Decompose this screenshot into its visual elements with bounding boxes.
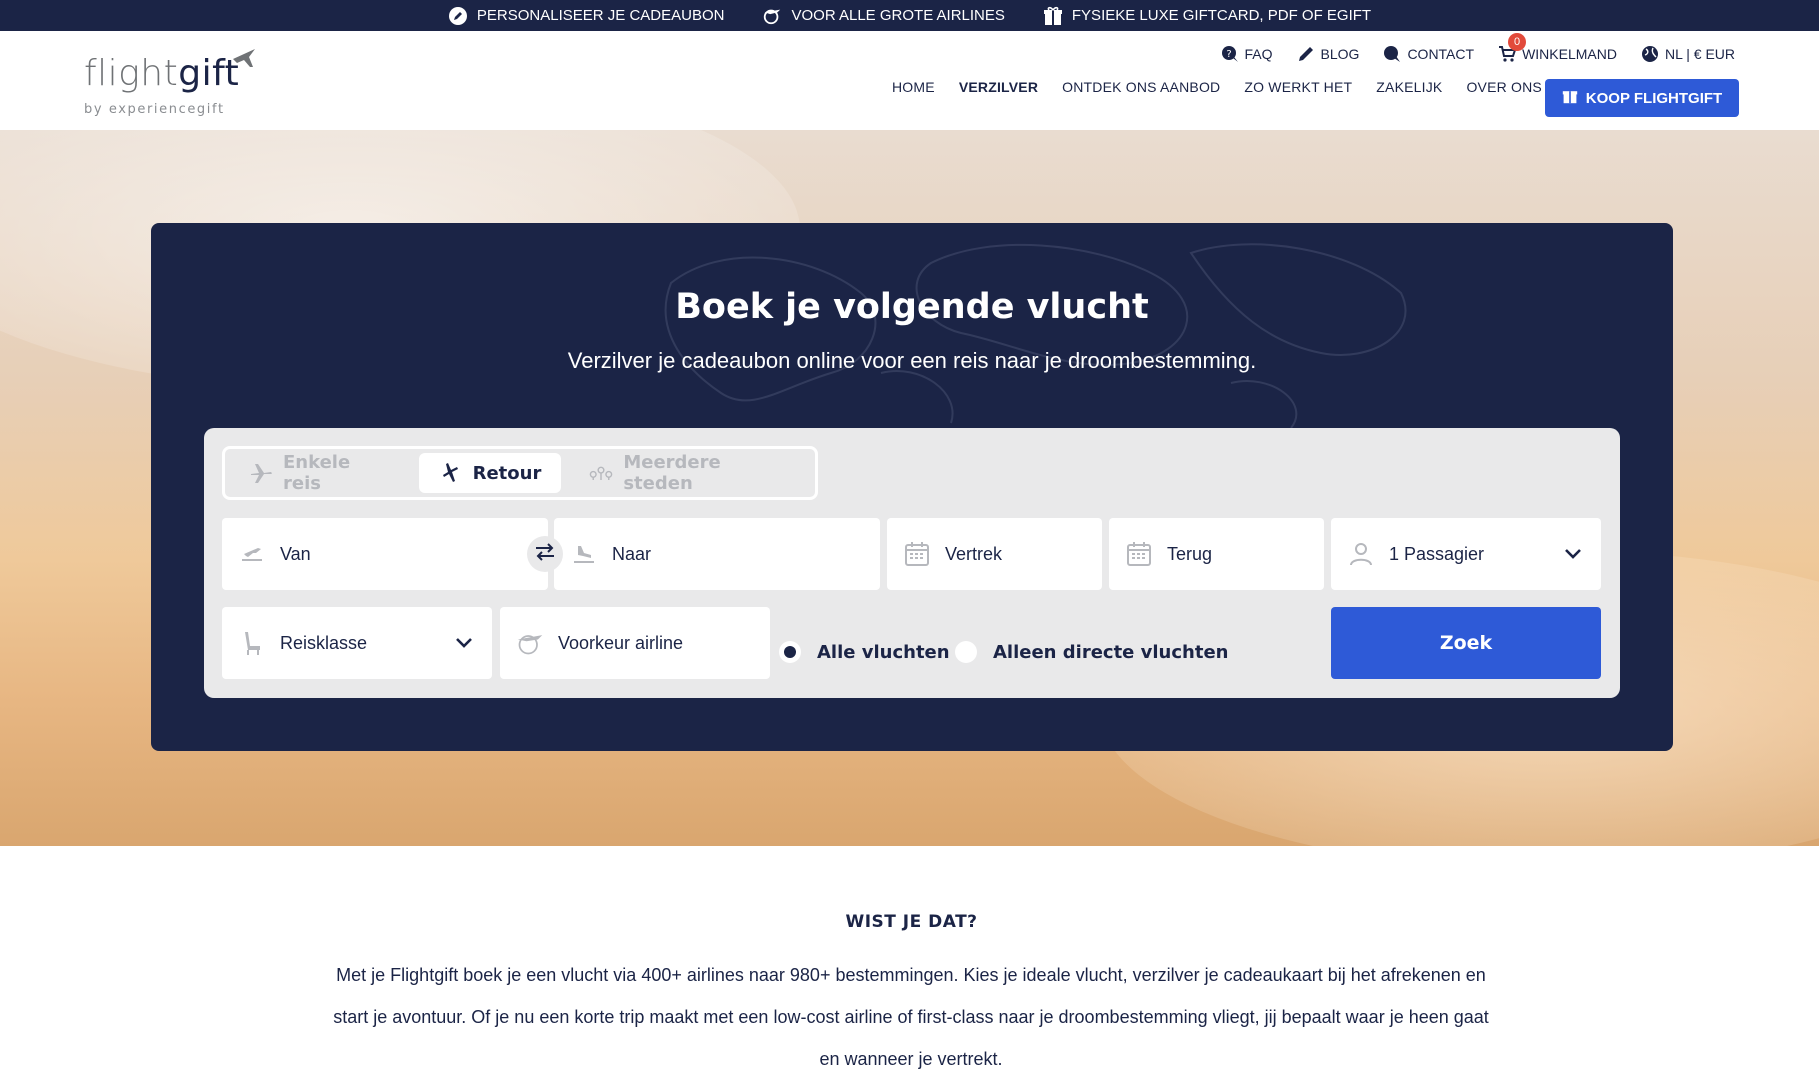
buy-button-label: KOOP FLIGHTGIFT [1585,89,1723,107]
radio-direct-only[interactable]: Alleen directe vluchten [955,641,1229,663]
return-flight-icon [439,461,463,485]
cart-label: WINKELMAND [1522,46,1617,62]
to-field[interactable]: Naar [554,518,880,590]
globe-icon [1641,45,1659,63]
tab-one-way[interactable]: Enkele reis [229,452,411,494]
depart-date-field[interactable]: Vertrek [887,518,1102,590]
contact-link[interactable]: CONTACT [1383,45,1474,63]
logo-wordmark: flightgift [84,53,239,94]
person-icon [1347,540,1375,568]
return-placeholder: Terug [1167,543,1213,564]
cart-link[interactable]: 0 WINKELMAND [1498,33,1617,63]
trip-type-tabs: Enkele reis Retour Meerdere steden [222,446,818,500]
tab-return[interactable]: Retour [418,453,562,493]
radio-all-flights[interactable]: Alle vluchten [779,641,950,663]
tab-return-label: Retour [472,462,542,484]
radio-all-label: Alle vluchten [817,641,950,663]
plane-icon [249,461,273,485]
nav-business[interactable]: ZAKELIJK [1376,79,1442,95]
blog-link[interactable]: BLOG [1297,45,1360,63]
chat-icon [1383,45,1401,63]
logo-word-light: flight [84,53,179,94]
to-placeholder: Naar [612,543,652,564]
calendar-icon [1125,540,1153,568]
pen-icon [448,6,468,26]
radio-direct-label: Alleen directe vluchten [993,641,1229,663]
takeoff-icon [238,540,266,568]
chevron-down-icon [1561,542,1585,566]
nav-about[interactable]: OVER ONS [1466,79,1542,95]
nav-home[interactable]: HOME [892,79,935,95]
calendar-icon [903,540,931,568]
flightgift-logo[interactable]: flightgift by experiencegift [84,45,284,120]
info-title: WIST JE DAT? [845,912,978,932]
promo-item-personalise: PERSONALISEER JE CADEAUBON [448,6,725,26]
faq-link[interactable]: ? FAQ [1221,45,1273,63]
contact-label: CONTACT [1407,46,1475,62]
cart-count-badge: 0 [1508,33,1527,51]
hero-section: Boek je volgende vlucht Verzilver je cad… [0,130,1819,846]
nav-how-it-works[interactable]: ZO WERKT HET [1244,79,1352,95]
from-placeholder: Van [280,543,311,564]
flight-search-card: Boek je volgende vlucht Verzilver je cad… [151,223,1673,751]
faq-label: FAQ [1244,46,1273,62]
gift-icon [1043,6,1063,26]
swap-arrows-icon [534,543,556,565]
tab-multi-city-label: Meerdere steden [623,452,721,494]
main-nav: HOME VERZILVER ONTDEK ONS AANBOD ZO WERK… [892,79,1542,95]
depart-placeholder: Vertrek [945,543,1003,564]
tab-one-way-label: Enkele reis [283,452,351,494]
locale-label: NL | € EUR [1664,46,1735,62]
from-field[interactable]: Van [222,518,548,590]
promo-item-airlines: VOOR ALLE GROTE AIRLINES [762,6,1005,26]
cabin-class-select[interactable]: Reisklasse [222,607,492,679]
hero-title: Boek je volgende vlucht [675,287,1149,327]
landing-icon [570,540,598,568]
multi-pin-icon [589,461,613,485]
promo-label: VOOR ALLE GROTE AIRLINES [791,7,1005,24]
return-date-field[interactable]: Terug [1109,518,1324,590]
plane-icon [231,45,257,71]
info-text: Met je Flightgift boek je een vlucht via… [333,965,1489,1069]
gift-icon [1562,88,1578,108]
promo-label: FYSIEKE LUXE GIFTCARD, PDF OF EGIFT [1071,7,1372,24]
radio-indicator-unchecked[interactable] [955,641,977,663]
world-map-graphic [664,243,1407,429]
search-panel: Enkele reis Retour Meerdere steden Van N… [204,428,1620,698]
search-button[interactable]: Zoek [1331,607,1601,679]
nav-discover[interactable]: ONTDEK ONS AANBOD [1062,79,1220,95]
globe-plane-icon [762,6,782,26]
tab-multi-city[interactable]: Meerdere steden [569,452,811,494]
airline-placeholder: Voorkeur airline [558,632,684,653]
site-header: flightgift by experiencegift ? FAQ BLOG … [0,31,1819,130]
blog-label: BLOG [1320,46,1360,62]
faq-icon: ? [1221,45,1239,63]
locale-selector[interactable]: NL | € EUR [1641,45,1735,63]
info-section: WIST JE DAT? Met je Flightgift boek je e… [0,846,1819,1087]
chevron-down-icon [452,631,476,655]
buy-flightgift-button[interactable]: KOOP FLIGHTGIFT [1545,79,1739,117]
promo-label: PERSONALISEER JE CADEAUBON [476,7,725,24]
cabin-class-value: Reisklasse [280,632,368,653]
radio-indicator-checked[interactable] [779,641,801,663]
pencil-icon [1297,45,1315,63]
seat-icon [238,629,266,657]
passengers-select[interactable]: 1 Passagier [1331,518,1601,590]
utility-nav: ? FAQ BLOG CONTACT 0 WINKELMAND NL | € E… [1221,33,1735,63]
passengers-value: 1 Passagier [1389,543,1485,564]
swap-destinations-button[interactable] [527,536,563,572]
globe-plane-icon [516,629,544,657]
hero-subtitle: Verzilver je cadeaubon online voor een r… [567,348,1257,373]
nav-redeem[interactable]: VERZILVER [959,79,1038,95]
preferred-airline-field[interactable]: Voorkeur airline [500,607,770,679]
svg-text:?: ? [1226,49,1231,60]
promo-item-giftcard: FYSIEKE LUXE GIFTCARD, PDF OF EGIFT [1043,6,1371,26]
promo-bar: PERSONALISEER JE CADEAUBON VOOR ALLE GRO… [0,0,1819,31]
logo-tagline: by experiencegift [84,102,225,117]
